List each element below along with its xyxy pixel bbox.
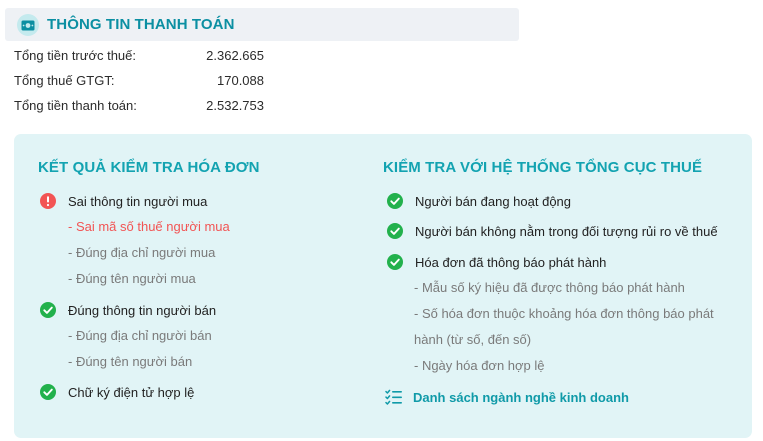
- total-value: 2.532.753: [206, 98, 264, 113]
- tax-system-check-title: KIỂM TRA VỚI HỆ THỐNG TỔNG CỤC THUẾ: [383, 159, 703, 176]
- check-circle-icon: [40, 302, 56, 318]
- business-lines-link-label[interactable]: Danh sách ngành nghề kinh doanh: [413, 390, 629, 405]
- vat-value: 170.088: [217, 73, 264, 88]
- seller-active-label: Người bán đang hoạt động: [415, 194, 572, 209]
- cash-icon: [17, 14, 39, 36]
- list-check-icon: [385, 389, 402, 405]
- subtotal-label: Tổng tiền trước thuế:: [14, 48, 137, 63]
- seller-name-detail: - Đúng tên người bán: [68, 354, 193, 369]
- invoice-date-detail: - Ngày hóa đơn hợp lệ: [414, 358, 545, 373]
- invoice-check-title: KẾT QUẢ KIỂM TRA HÓA ĐƠN: [38, 159, 260, 176]
- error-icon: [40, 193, 56, 209]
- buyer-address-detail: - Đúng địa chỉ người mua: [68, 245, 216, 260]
- subtotal-value: 2.362.665: [206, 48, 264, 63]
- check-circle-icon: [40, 384, 56, 400]
- total-label: Tổng tiền thanh toán:: [14, 98, 137, 113]
- seller-info-label: Đúng thông tin người bán: [68, 303, 217, 318]
- check-circle-icon: [387, 193, 403, 209]
- check-circle-icon: [387, 254, 403, 270]
- check-circle-icon: [387, 223, 403, 239]
- buyer-info-label: Sai thông tin người mua: [68, 194, 208, 209]
- seller-address-detail: - Đúng địa chỉ người bán: [68, 328, 212, 343]
- seller-risk-label: Người bán không nằm trong đối tượng rủi …: [415, 224, 718, 239]
- invoice-announced-label: Hóa đơn đã thông báo phát hành: [415, 255, 607, 270]
- check-result-panel: KẾT QUẢ KIỂM TRA HÓA ĐƠN Sai thông tin n…: [14, 134, 752, 438]
- template-symbol-detail: - Mẫu số ký hiệu đã được thông báo phát …: [414, 280, 685, 295]
- payment-info-title: THÔNG TIN THANH TOÁN: [47, 16, 235, 33]
- buyer-tax-code-detail: - Sai mã số thuế người mua: [68, 219, 230, 234]
- invoice-number-range-detail: - Số hóa đơn thuộc khoảng hóa đơn thông …: [414, 306, 714, 321]
- vat-label: Tổng thuế GTGT:: [14, 73, 115, 88]
- invoice-number-range-detail-cont: hành (từ số, đến số): [414, 332, 532, 347]
- e-signature-label: Chữ ký điện tử hợp lệ: [68, 385, 195, 400]
- payment-info-header: THÔNG TIN THANH TOÁN: [5, 8, 519, 41]
- buyer-name-detail: - Đúng tên người mua: [68, 271, 196, 286]
